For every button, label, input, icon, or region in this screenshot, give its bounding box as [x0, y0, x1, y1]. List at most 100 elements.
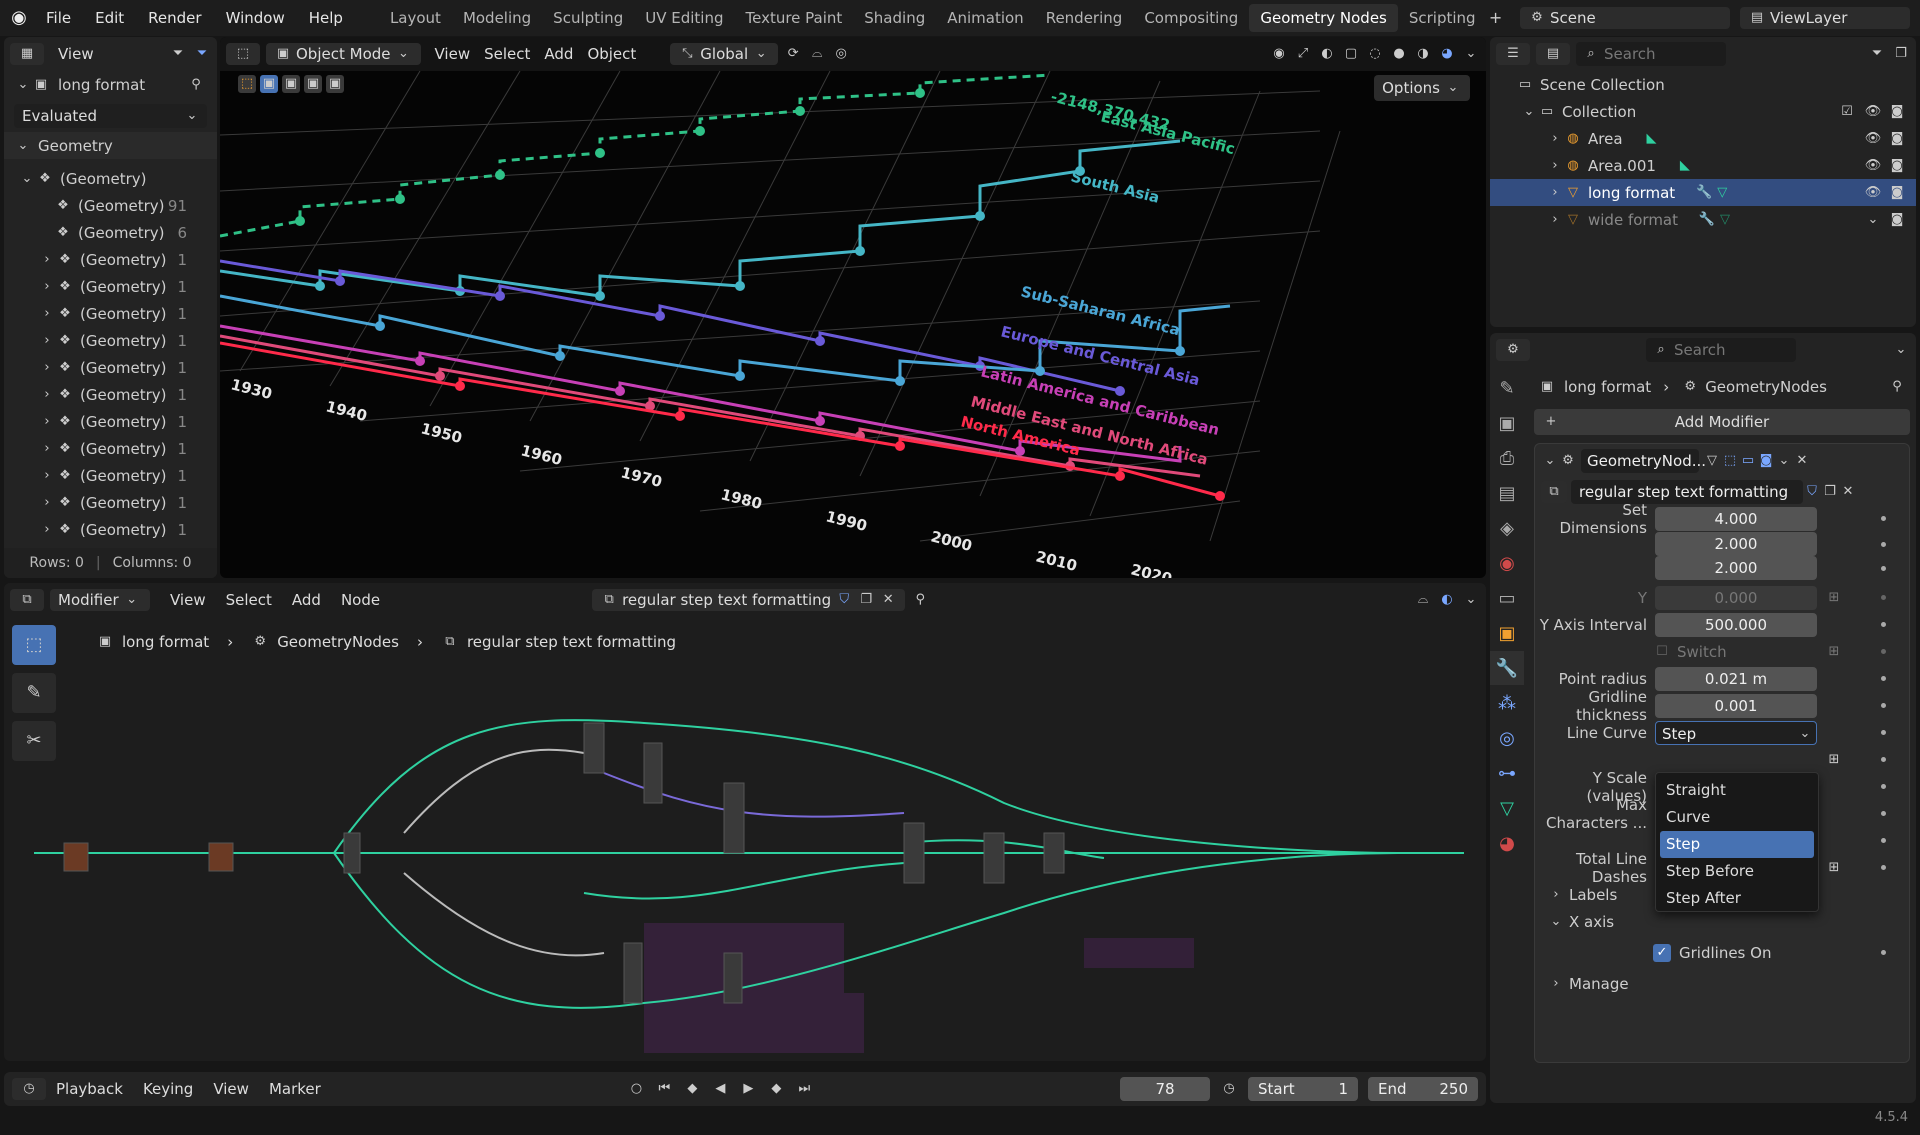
- attribute-toggle-icon[interactable]: ⊞: [1825, 859, 1843, 877]
- chevron-right-icon[interactable]: ›: [38, 521, 56, 539]
- filter-icon[interactable]: ⏷: [1868, 45, 1886, 63]
- display-mode-button[interactable]: ▤: [1536, 43, 1570, 65]
- menu-edit[interactable]: Edit: [83, 0, 136, 36]
- scene-tab-icon[interactable]: ◈: [1490, 511, 1524, 545]
- render-tab-icon[interactable]: ▣: [1490, 406, 1524, 440]
- view-layer-tab-icon[interactable]: ▤: [1490, 476, 1524, 510]
- realtime-icon[interactable]: ▭: [1739, 452, 1757, 470]
- tree-type-selector[interactable]: Modifier ⌄: [50, 589, 150, 611]
- camera-icon[interactable]: ◙: [1888, 184, 1906, 202]
- marker-menu[interactable]: Marker: [269, 1080, 321, 1098]
- mode-selector[interactable]: ▣ Object Mode ⌄: [266, 43, 421, 65]
- tab-uv-editing[interactable]: UV Editing: [634, 4, 734, 32]
- node-menu-node[interactable]: Node: [341, 591, 380, 609]
- menu-help[interactable]: Help: [297, 0, 355, 36]
- material-tab-icon[interactable]: ◕: [1490, 826, 1524, 860]
- node-menu-add[interactable]: Add: [292, 591, 321, 609]
- eye-icon[interactable]: 👁: [1864, 103, 1882, 121]
- prev-keyframe-icon[interactable]: ◆: [683, 1080, 701, 1098]
- shading-rendered-icon[interactable]: ◕: [1438, 45, 1456, 63]
- chevron-down-icon[interactable]: ⌄: [1462, 45, 1480, 63]
- tab-compositing[interactable]: Compositing: [1133, 4, 1249, 32]
- editor-type-button[interactable]: ☰: [1496, 43, 1530, 65]
- keyframe-dot-icon[interactable]: [1881, 838, 1886, 843]
- node-tree-selector[interactable]: ⧉ regular step text formatting ⛉ ❐ ✕: [592, 589, 906, 611]
- list-item[interactable]: ❖ (Geometry) 91: [4, 192, 217, 219]
- node-tree-browse[interactable]: ⧉: [1541, 480, 1567, 503]
- list-item[interactable]: › ❖ (Geometry) 1: [4, 516, 217, 543]
- list-item[interactable]: › ❖ (Geometry) 1: [4, 327, 217, 354]
- chevron-right-icon[interactable]: ›: [38, 494, 56, 512]
- editor-type-button[interactable]: ⬚: [226, 43, 260, 65]
- jump-end-icon[interactable]: ⏭: [795, 1080, 813, 1098]
- chevron-down-icon[interactable]: ⌄: [1892, 341, 1910, 359]
- switch-checkbox-icon[interactable]: ☐: [1653, 643, 1671, 661]
- list-item[interactable]: › ❖ (Geometry) 1: [4, 273, 217, 300]
- outliner-item-wide-format[interactable]: › ▽ wide format 🔧 ▽ ⌄ ◙: [1490, 206, 1916, 233]
- camera-icon[interactable]: ◙: [1888, 130, 1906, 148]
- chevron-down-icon[interactable]: ⌄: [1775, 452, 1793, 470]
- play-reverse-icon[interactable]: ◀: [711, 1080, 729, 1098]
- view-menu[interactable]: View: [58, 45, 94, 63]
- outliner-item-long-format[interactable]: › ▽ long format 🔧 ▽ 👁 ◙: [1490, 179, 1916, 206]
- object-tab-icon[interactable]: ▣: [1490, 616, 1524, 650]
- shading-solid-icon[interactable]: ●: [1390, 45, 1408, 63]
- outliner-item-area[interactable]: › ◍ Area ◣ 👁 ◙: [1490, 125, 1916, 152]
- dropdown-option-straight[interactable]: Straight: [1656, 777, 1818, 804]
- attribute-toggle-icon[interactable]: ⊞: [1825, 643, 1843, 661]
- keyframe-dot-icon[interactable]: [1881, 676, 1886, 681]
- overlay-icon[interactable]: ◐: [1438, 591, 1456, 609]
- keyframe-dot-icon[interactable]: [1881, 595, 1886, 600]
- chevron-right-icon[interactable]: ›: [38, 467, 56, 485]
- dropdown-option-curve[interactable]: Curve: [1656, 804, 1818, 831]
- tab-animation[interactable]: Animation: [936, 4, 1034, 32]
- object-row[interactable]: ⌄ ▣ long format ⚲: [4, 71, 217, 98]
- record-icon[interactable]: ○: [627, 1080, 645, 1098]
- jump-start-icon[interactable]: ⏮: [655, 1080, 673, 1098]
- properties-search[interactable]: ⌕ Search: [1646, 338, 1796, 362]
- filter-active-icon[interactable]: ⏷: [193, 45, 211, 63]
- chevron-down-icon[interactable]: ⌄: [1462, 591, 1480, 609]
- keyframe-dot-icon[interactable]: [1881, 950, 1886, 955]
- list-item[interactable]: › ❖ (Geometry) 1: [4, 300, 217, 327]
- chevron-right-icon[interactable]: ›: [38, 251, 56, 269]
- editor-type-button[interactable]: ◷: [12, 1078, 46, 1100]
- tab-texture-paint[interactable]: Texture Paint: [734, 4, 853, 32]
- camera-icon[interactable]: ◙: [1888, 103, 1906, 121]
- list-item[interactable]: › ❖ (Geometry) 1: [4, 435, 217, 462]
- close-icon[interactable]: ✕: [1839, 483, 1857, 501]
- keyframe-dot-icon[interactable]: [1881, 566, 1886, 571]
- chevron-down-icon[interactable]: ⌄: [1520, 103, 1538, 121]
- keying-menu[interactable]: Keying: [143, 1080, 193, 1098]
- chevron-down-icon[interactable]: ⌄: [14, 76, 32, 94]
- keyframe-dot-icon[interactable]: [1881, 542, 1886, 547]
- play-icon[interactable]: ▶: [739, 1080, 757, 1098]
- chevron-down-icon[interactable]: ⌄: [1541, 452, 1559, 470]
- dropdown-option-step-after[interactable]: Step After: [1656, 885, 1818, 912]
- dimension-y-field[interactable]: 2.000: [1655, 532, 1817, 556]
- menu-render[interactable]: Render: [136, 0, 213, 36]
- scene-collection-row[interactable]: ▭ Scene Collection: [1490, 71, 1916, 98]
- visibility-icon[interactable]: ◉: [1270, 45, 1288, 63]
- tab-modeling[interactable]: Modeling: [452, 4, 542, 32]
- attribute-toggle-icon[interactable]: ⊞: [1825, 751, 1843, 769]
- chevron-right-icon[interactable]: ›: [38, 413, 56, 431]
- dimension-z-field[interactable]: 2.000: [1655, 556, 1817, 580]
- tool-tab-icon[interactable]: ✎: [1490, 371, 1524, 405]
- eye-hidden-icon[interactable]: ⌄: [1864, 211, 1882, 229]
- chevron-right-icon[interactable]: ›: [38, 332, 56, 350]
- chevron-right-icon[interactable]: ›: [1546, 184, 1564, 202]
- modifier-tab-icon[interactable]: 🔧: [1490, 651, 1524, 685]
- checkbox-icon[interactable]: ☑: [1838, 103, 1856, 121]
- shading-material-icon[interactable]: ◑: [1414, 45, 1432, 63]
- list-item[interactable]: › ❖ (Geometry) 1: [4, 381, 217, 408]
- overlay-icon[interactable]: ◐: [1318, 45, 1336, 63]
- node-menu-select[interactable]: Select: [226, 591, 272, 609]
- pin-icon[interactable]: ⚲: [187, 76, 205, 94]
- particles-tab-icon[interactable]: ⁂: [1490, 686, 1524, 720]
- world-tab-icon[interactable]: ◉: [1490, 546, 1524, 580]
- collection-tab-icon[interactable]: ▭: [1490, 581, 1524, 615]
- eye-icon[interactable]: 👁: [1864, 130, 1882, 148]
- viewport-menu-object[interactable]: Object: [587, 45, 636, 63]
- proportional-edit-icon[interactable]: ◎: [832, 45, 850, 63]
